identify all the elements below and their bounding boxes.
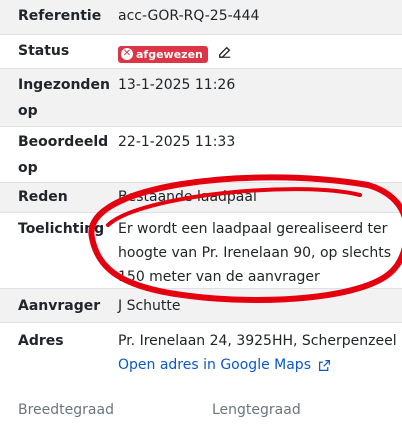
external-link-icon[interactable] <box>318 359 331 372</box>
google-maps-link[interactable]: Open adres in Google Maps <box>118 357 311 373</box>
ingezonden-label: Ingezonden op <box>18 72 110 124</box>
ingezonden-row: Ingezonden op 13-1-2025 11:26 <box>0 68 402 126</box>
reden-row: Reden Bestaande laadpaal <box>0 182 402 212</box>
lengtegraad-label: Lengtegraad <box>212 402 301 418</box>
status-row: Status ✕ afgewezen <box>0 34 402 68</box>
breedtegraad-label: Breedtegraad <box>18 402 114 418</box>
adres-text: Pr. Irenelaan 24, 3925HH, Scherpenzeel <box>118 333 397 349</box>
referentie-label: Referentie <box>18 8 102 24</box>
referentie-row: Referentie acc-GOR-RQ-25-444 <box>0 0 402 34</box>
ingezonden-value: 13-1-2025 11:26 <box>118 77 236 93</box>
toelichting-row: Toelichting Er wordt een laadpaal gereal… <box>0 212 402 288</box>
toelichting-value: Er wordt een laadpaal gerealiseerd ter h… <box>118 217 391 289</box>
beoordeeld-value: 22-1-2025 11:33 <box>118 134 236 150</box>
toelichting-line: 150 meter van de aanvrager <box>118 269 320 285</box>
aanvrager-row: Aanvrager J Schutte <box>0 288 402 322</box>
adres-value: Pr. Irenelaan 24, 3925HH, Scherpenzeel O… <box>118 329 397 377</box>
ingezonden-label-line1: Ingezonden <box>18 77 110 93</box>
aanvrager-value: J Schutte <box>118 298 181 314</box>
adres-label: Adres <box>18 333 64 349</box>
reden-label: Reden <box>18 189 68 205</box>
beoordeeld-label-line2: op <box>18 160 38 176</box>
status-badge: ✕ afgewezen <box>118 45 208 63</box>
status-badge-text: afgewezen <box>136 47 203 61</box>
reden-value: Bestaande laadpaal <box>118 189 257 205</box>
aanvrager-label: Aanvrager <box>18 298 101 314</box>
beoordeeld-row: Beoordeeld op 22-1-2025 11:33 <box>0 126 402 182</box>
status-label: Status <box>18 43 70 59</box>
toelichting-line: hoogte van Pr. Irenelaan 90, op slechts <box>118 245 392 261</box>
beoordeeld-label: Beoordeeld op <box>18 129 108 181</box>
toelichting-label: Toelichting <box>18 221 105 237</box>
ingezonden-label-line2: op <box>18 103 38 119</box>
edit-icon[interactable] <box>218 45 232 59</box>
beoordeeld-label-line1: Beoordeeld <box>18 134 109 150</box>
close-circle-icon: ✕ <box>121 48 133 60</box>
status-value: ✕ afgewezen <box>118 40 232 64</box>
referentie-value: acc-GOR-RQ-25-444 <box>118 8 260 24</box>
toelichting-line: Er wordt een laadpaal gerealiseerd ter <box>118 221 388 237</box>
adres-row: Adres Pr. Irenelaan 24, 3925HH, Scherpen… <box>0 322 402 380</box>
